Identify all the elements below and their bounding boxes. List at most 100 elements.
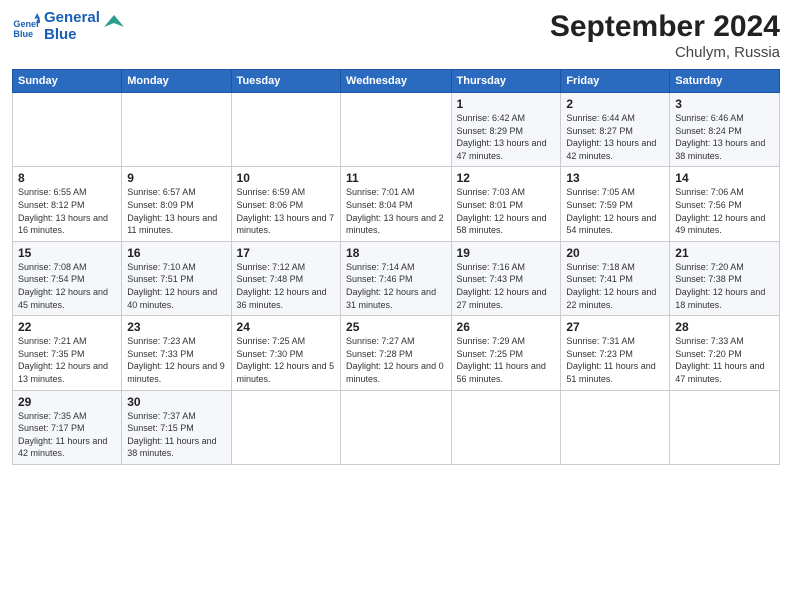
calendar-cell: 9Sunrise: 6:57 AMSunset: 8:09 PMDaylight… — [122, 167, 231, 241]
calendar-cell: 21Sunrise: 7:20 AMSunset: 7:38 PMDayligh… — [670, 241, 780, 315]
day-number: 9 — [127, 171, 225, 185]
day-detail: Sunrise: 6:42 AMSunset: 8:29 PMDaylight:… — [457, 112, 556, 162]
day-number: 8 — [18, 171, 116, 185]
calendar-week-row: 29Sunrise: 7:35 AMSunset: 7:17 PMDayligh… — [13, 390, 780, 464]
calendar-cell: 15Sunrise: 7:08 AMSunset: 7:54 PMDayligh… — [13, 241, 122, 315]
calendar-cell: 8Sunrise: 6:55 AMSunset: 8:12 PMDaylight… — [13, 167, 122, 241]
day-number: 24 — [237, 320, 335, 334]
calendar-cell: 29Sunrise: 7:35 AMSunset: 7:17 PMDayligh… — [13, 390, 122, 464]
day-detail: Sunrise: 6:44 AMSunset: 8:27 PMDaylight:… — [566, 112, 664, 162]
day-detail: Sunrise: 7:25 AMSunset: 7:30 PMDaylight:… — [237, 335, 335, 385]
calendar-cell: 12Sunrise: 7:03 AMSunset: 8:01 PMDayligh… — [451, 167, 561, 241]
day-detail: Sunrise: 7:14 AMSunset: 7:46 PMDaylight:… — [346, 261, 446, 311]
calendar-cell: 26Sunrise: 7:29 AMSunset: 7:25 PMDayligh… — [451, 316, 561, 390]
calendar-week-row: 1Sunrise: 6:42 AMSunset: 8:29 PMDaylight… — [13, 93, 780, 167]
day-detail: Sunrise: 7:23 AMSunset: 7:33 PMDaylight:… — [127, 335, 225, 385]
calendar-cell — [341, 93, 452, 167]
day-number: 13 — [566, 171, 664, 185]
day-number: 10 — [237, 171, 335, 185]
day-number: 14 — [675, 171, 774, 185]
day-number: 29 — [18, 395, 116, 409]
calendar-week-row: 8Sunrise: 6:55 AMSunset: 8:12 PMDaylight… — [13, 167, 780, 241]
calendar-cell: 17Sunrise: 7:12 AMSunset: 7:48 PMDayligh… — [231, 241, 340, 315]
day-detail: Sunrise: 6:46 AMSunset: 8:24 PMDaylight:… — [675, 112, 774, 162]
day-header-monday: Monday — [122, 70, 231, 93]
day-header-wednesday: Wednesday — [341, 70, 452, 93]
calendar-cell — [231, 390, 340, 464]
day-number: 21 — [675, 246, 774, 260]
calendar-week-row: 15Sunrise: 7:08 AMSunset: 7:54 PMDayligh… — [13, 241, 780, 315]
day-detail: Sunrise: 7:06 AMSunset: 7:56 PMDaylight:… — [675, 186, 774, 236]
day-header-friday: Friday — [561, 70, 670, 93]
day-detail: Sunrise: 6:59 AMSunset: 8:06 PMDaylight:… — [237, 186, 335, 236]
calendar-cell: 1Sunrise: 6:42 AMSunset: 8:29 PMDaylight… — [451, 93, 561, 167]
day-number: 2 — [566, 97, 664, 111]
calendar-cell: 3Sunrise: 6:46 AMSunset: 8:24 PMDaylight… — [670, 93, 780, 167]
logo: General Blue General Blue — [12, 10, 124, 43]
calendar-cell: 27Sunrise: 7:31 AMSunset: 7:23 PMDayligh… — [561, 316, 670, 390]
day-detail: Sunrise: 7:20 AMSunset: 7:38 PMDaylight:… — [675, 261, 774, 311]
calendar-cell: 2Sunrise: 6:44 AMSunset: 8:27 PMDaylight… — [561, 93, 670, 167]
logo-line2: Blue — [44, 27, 100, 44]
day-number: 18 — [346, 246, 446, 260]
calendar-cell: 30Sunrise: 7:37 AMSunset: 7:15 PMDayligh… — [122, 390, 231, 464]
day-number: 25 — [346, 320, 446, 334]
day-detail: Sunrise: 7:33 AMSunset: 7:20 PMDaylight:… — [675, 335, 774, 385]
day-detail: Sunrise: 7:18 AMSunset: 7:41 PMDaylight:… — [566, 261, 664, 311]
day-number: 27 — [566, 320, 664, 334]
day-detail: Sunrise: 6:55 AMSunset: 8:12 PMDaylight:… — [18, 186, 116, 236]
day-header-thursday: Thursday — [451, 70, 561, 93]
day-number: 30 — [127, 395, 225, 409]
calendar-cell — [13, 93, 122, 167]
calendar-cell: 13Sunrise: 7:05 AMSunset: 7:59 PMDayligh… — [561, 167, 670, 241]
calendar-cell: 11Sunrise: 7:01 AMSunset: 8:04 PMDayligh… — [341, 167, 452, 241]
day-detail: Sunrise: 7:16 AMSunset: 7:43 PMDaylight:… — [457, 261, 556, 311]
month-title: September 2024 — [550, 10, 780, 44]
svg-text:Blue: Blue — [13, 28, 33, 38]
day-number: 12 — [457, 171, 556, 185]
header: General Blue General Blue September 2024… — [12, 10, 780, 61]
calendar-cell — [670, 390, 780, 464]
day-header-sunday: Sunday — [13, 70, 122, 93]
calendar-cell: 28Sunrise: 7:33 AMSunset: 7:20 PMDayligh… — [670, 316, 780, 390]
calendar-cell: 18Sunrise: 7:14 AMSunset: 7:46 PMDayligh… — [341, 241, 452, 315]
day-number: 22 — [18, 320, 116, 334]
calendar-cell: 16Sunrise: 7:10 AMSunset: 7:51 PMDayligh… — [122, 241, 231, 315]
day-number: 15 — [18, 246, 116, 260]
logo-icon: General Blue — [12, 13, 40, 41]
day-detail: Sunrise: 7:37 AMSunset: 7:15 PMDaylight:… — [127, 410, 225, 460]
location: Chulym, Russia — [550, 44, 780, 61]
day-number: 17 — [237, 246, 335, 260]
day-detail: Sunrise: 7:29 AMSunset: 7:25 PMDaylight:… — [457, 335, 556, 385]
day-number: 1 — [457, 97, 556, 111]
logo-bird-icon — [104, 13, 124, 41]
calendar-cell: 23Sunrise: 7:23 AMSunset: 7:33 PMDayligh… — [122, 316, 231, 390]
calendar-header-row: SundayMondayTuesdayWednesdayThursdayFrid… — [13, 70, 780, 93]
day-detail: Sunrise: 7:35 AMSunset: 7:17 PMDaylight:… — [18, 410, 116, 460]
calendar-cell: 10Sunrise: 6:59 AMSunset: 8:06 PMDayligh… — [231, 167, 340, 241]
day-number: 11 — [346, 171, 446, 185]
logo-line1: General — [44, 10, 100, 27]
svg-text:General: General — [13, 19, 40, 29]
calendar-cell: 20Sunrise: 7:18 AMSunset: 7:41 PMDayligh… — [561, 241, 670, 315]
calendar-cell — [341, 390, 452, 464]
day-detail: Sunrise: 7:03 AMSunset: 8:01 PMDaylight:… — [457, 186, 556, 236]
day-number: 23 — [127, 320, 225, 334]
day-detail: Sunrise: 7:08 AMSunset: 7:54 PMDaylight:… — [18, 261, 116, 311]
day-detail: Sunrise: 7:21 AMSunset: 7:35 PMDaylight:… — [18, 335, 116, 385]
title-block: September 2024 Chulym, Russia — [550, 10, 780, 61]
day-number: 16 — [127, 246, 225, 260]
calendar-cell: 22Sunrise: 7:21 AMSunset: 7:35 PMDayligh… — [13, 316, 122, 390]
day-detail: Sunrise: 7:10 AMSunset: 7:51 PMDaylight:… — [127, 261, 225, 311]
day-detail: Sunrise: 6:57 AMSunset: 8:09 PMDaylight:… — [127, 186, 225, 236]
calendar-cell — [231, 93, 340, 167]
day-detail: Sunrise: 7:27 AMSunset: 7:28 PMDaylight:… — [346, 335, 446, 385]
calendar-cell — [122, 93, 231, 167]
day-detail: Sunrise: 7:05 AMSunset: 7:59 PMDaylight:… — [566, 186, 664, 236]
day-detail: Sunrise: 7:01 AMSunset: 8:04 PMDaylight:… — [346, 186, 446, 236]
calendar-cell — [561, 390, 670, 464]
day-number: 20 — [566, 246, 664, 260]
day-number: 26 — [457, 320, 556, 334]
calendar-cell: 14Sunrise: 7:06 AMSunset: 7:56 PMDayligh… — [670, 167, 780, 241]
day-detail: Sunrise: 7:31 AMSunset: 7:23 PMDaylight:… — [566, 335, 664, 385]
